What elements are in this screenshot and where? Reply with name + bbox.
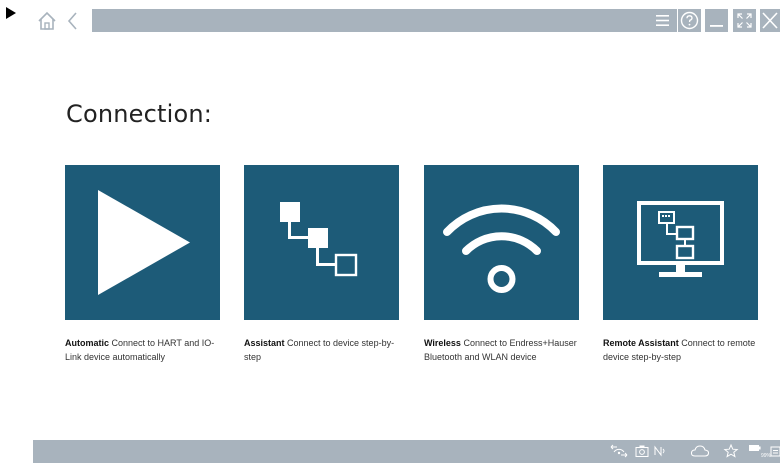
tile-title: Remote Assistant (603, 338, 679, 348)
close-button[interactable] (760, 9, 780, 32)
tile-remote-assistant[interactable] (603, 165, 758, 320)
battery-icon (749, 445, 761, 451)
back-icon (67, 12, 77, 30)
home-button[interactable] (36, 10, 58, 32)
title-bar (33, 0, 780, 40)
tile-title: Automatic (65, 338, 110, 348)
usb-modem-status[interactable] (608, 443, 630, 459)
pointer-arrow-icon (6, 7, 16, 19)
nfc-icon (654, 445, 665, 457)
status-bar: 99% (33, 440, 780, 463)
camera-icon (635, 445, 649, 457)
tile-wireless[interactable] (424, 165, 579, 320)
tile-automatic[interactable] (65, 165, 220, 320)
keyboard-icon (770, 446, 780, 457)
keyboard-status[interactable] (770, 443, 780, 459)
favorite-status[interactable] (723, 443, 739, 459)
network-tree-icon (280, 202, 358, 277)
page-title: Connection: (66, 100, 213, 128)
tile-remote-assistant-caption: Remote Assistant Connect to remote devic… (603, 336, 763, 364)
app-window: Connection: Automatic Connect to HART an… (0, 0, 780, 463)
remote-monitor-icon (637, 201, 724, 277)
cloud-icon (690, 445, 710, 457)
tile-title: Assistant (244, 338, 285, 348)
tile-assistant[interactable] (244, 165, 399, 320)
fullscreen-button[interactable] (733, 9, 756, 32)
camera-status[interactable] (634, 443, 650, 459)
title-strip (92, 9, 677, 32)
help-icon (680, 11, 699, 30)
cloud-status[interactable] (690, 443, 710, 459)
star-icon (723, 443, 739, 458)
menu-icon (656, 15, 669, 26)
play-icon (98, 190, 190, 295)
tile-automatic-caption: Automatic Connect to HART and IO-Link de… (65, 336, 225, 364)
battery-status (748, 443, 762, 459)
tile-title: Wireless (424, 338, 461, 348)
help-button[interactable] (678, 9, 701, 32)
tile-wireless-caption: Wireless Connect to Endress+Hauser Bluet… (424, 336, 584, 364)
minimize-icon (710, 25, 723, 27)
wifi-icon (443, 204, 560, 293)
back-button[interactable] (62, 10, 84, 32)
home-icon (38, 11, 56, 30)
tile-assistant-caption: Assistant Connect to device step-by-step (244, 336, 404, 364)
menu-button[interactable] (651, 9, 674, 32)
fullscreen-icon (737, 13, 752, 28)
minimize-button[interactable] (705, 9, 728, 32)
close-icon (762, 12, 778, 29)
nfc-status[interactable] (653, 443, 667, 459)
usb-modem-icon (610, 444, 628, 458)
